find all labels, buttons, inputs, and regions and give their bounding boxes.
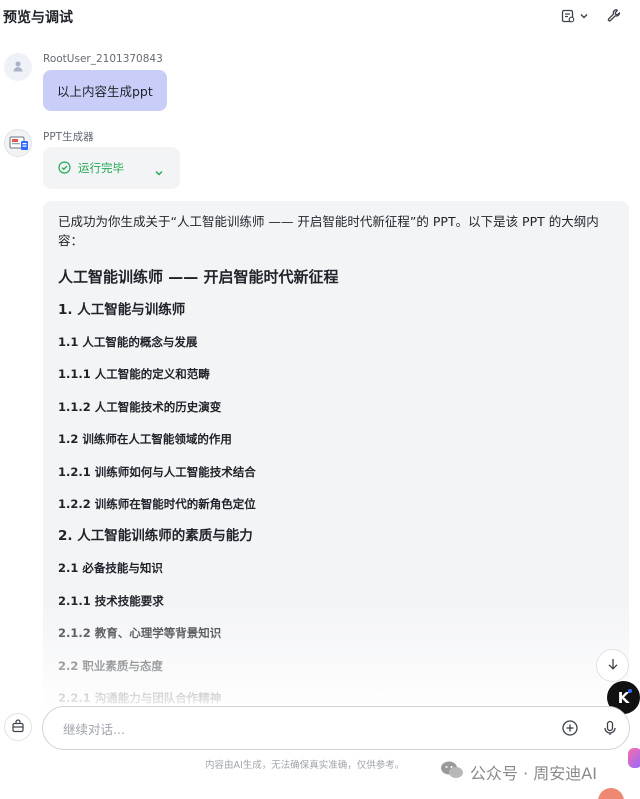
outline-heading: 1. 人工智能与训练师 xyxy=(58,302,186,318)
chat-input[interactable] xyxy=(63,719,533,739)
outline-item: 1.1.2 人工智能技术的历史演变 xyxy=(58,399,222,414)
view-mode-dropdown[interactable] xyxy=(561,9,589,23)
bot-avatar xyxy=(4,129,32,157)
plugin-button[interactable] xyxy=(4,713,32,741)
add-circle-icon[interactable] xyxy=(561,719,579,741)
scroll-to-bottom-button[interactable] xyxy=(596,649,629,682)
check-circle-icon xyxy=(58,159,71,178)
outline-item: 1.2.2 训练师在智能时代的新角色定位 xyxy=(58,496,256,511)
user-message-bubble: 以上内容生成ppt xyxy=(43,70,167,111)
plugin-icon xyxy=(11,718,25,737)
user-avatar xyxy=(4,53,32,81)
arrow-down-icon xyxy=(606,656,620,675)
header-tools xyxy=(561,8,622,23)
ai-disclaimer: 内容由AI生成，无法确保真实准确，仅供参考。 xyxy=(205,760,405,771)
user-avatar-icon xyxy=(11,58,25,77)
answer-content: 已成功为你生成关于“人工智能训练师 —— 开启智能时代新征程”的 PPT。以下是… xyxy=(43,201,629,711)
outline-item: 2.1 必备技能与知识 xyxy=(58,561,163,576)
brain-logo xyxy=(628,748,640,768)
corner-avatar xyxy=(598,788,624,799)
outline-item: 2.2 职业素质与态度 xyxy=(58,658,163,673)
bot-sender-name: PPT生成器 xyxy=(43,131,94,143)
watermark-text: 公众号 · 周安迪AI xyxy=(470,764,597,783)
watermark: 公众号 · 周安迪AI xyxy=(440,760,597,784)
chevron-down-icon xyxy=(579,11,589,21)
outline-item: 1.1.1 人工智能的定义和范畴 xyxy=(58,367,210,382)
k-logo-dot xyxy=(628,689,632,693)
outline-title: 人工智能训练师 —— 开启智能时代新征程 xyxy=(58,268,339,286)
outline-item: 1.1 人工智能的概念与发展 xyxy=(58,335,198,349)
run-status-toggle[interactable]: 运行完毕 xyxy=(43,147,180,189)
chevron-down-icon xyxy=(154,163,164,182)
outline-list: 1. 人工智能与训练师 1.1 人工智能的概念与发展 1.1.1 人工智能的定义和范… xyxy=(58,294,614,711)
page-title: 预览与调试 xyxy=(3,10,73,26)
run-status-label: 运行完毕 xyxy=(78,161,124,175)
chat-composer xyxy=(42,706,630,750)
outline-item: 2.1.1 技术技能要求 xyxy=(58,593,164,608)
outline-item: 1.2.1 训练师如何与人工智能技术结合 xyxy=(58,464,256,479)
outline-heading: 2. 人工智能训练师的素质与能力 xyxy=(58,528,253,545)
answer-intro: 已成功为你生成关于“人工智能训练师 —— 开启智能时代新征程”的 PPT。以下是… xyxy=(58,214,599,248)
document-settings-icon xyxy=(561,9,575,23)
header: 预览与调试 xyxy=(0,0,640,34)
microphone-icon[interactable] xyxy=(601,719,619,741)
wrench-icon xyxy=(607,8,622,23)
wechat-icon xyxy=(440,760,464,784)
bot-avatar-icon xyxy=(5,136,31,156)
user-sender-name: RootUser_2101370843 xyxy=(43,53,163,65)
outline-item: 1.2 训练师在人工智能领域的作用 xyxy=(58,432,232,447)
outline-item: 2.1.2 教育、心理学等背景知识 xyxy=(58,626,222,641)
debug-settings-button[interactable] xyxy=(607,8,622,23)
